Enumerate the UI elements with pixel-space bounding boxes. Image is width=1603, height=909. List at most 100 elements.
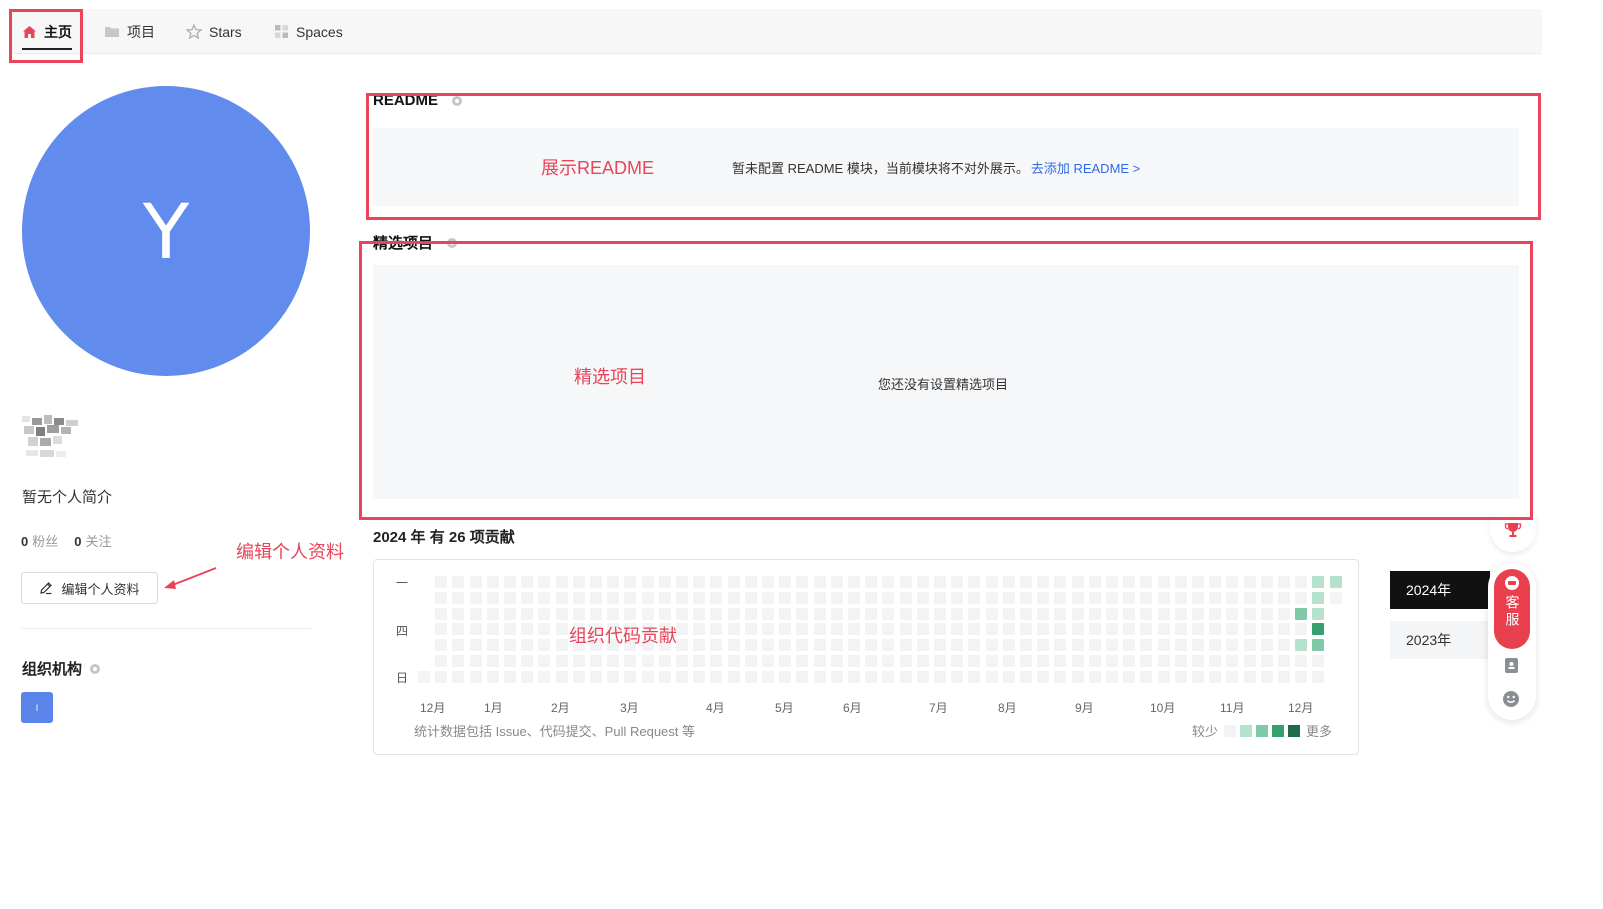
customer-service-button[interactable]: 客服 bbox=[1494, 569, 1530, 649]
contribution-cell[interactable] bbox=[1088, 576, 1101, 588]
contribution-cell[interactable] bbox=[830, 655, 843, 667]
contribution-cell[interactable] bbox=[848, 639, 860, 652]
contribution-cell[interactable] bbox=[779, 576, 792, 588]
org-avatar[interactable]: I bbox=[21, 692, 53, 723]
year-2024-button[interactable]: 2024年 bbox=[1390, 571, 1490, 609]
contribution-cell[interactable] bbox=[727, 576, 740, 588]
contribution-cell[interactable] bbox=[916, 607, 929, 620]
contribution-cell[interactable] bbox=[1020, 670, 1032, 683]
contribution-cell[interactable] bbox=[985, 607, 998, 620]
contribution-cell[interactable] bbox=[882, 623, 895, 636]
contribution-cell[interactable] bbox=[469, 576, 482, 588]
contribution-cell[interactable] bbox=[1174, 639, 1187, 652]
contribution-cell[interactable] bbox=[1260, 639, 1273, 652]
contribution-cell[interactable] bbox=[572, 576, 585, 588]
contribution-cell[interactable] bbox=[1174, 591, 1187, 604]
contribution-cell[interactable] bbox=[916, 591, 929, 604]
contribution-cell[interactable] bbox=[1295, 623, 1308, 636]
contribution-cell[interactable] bbox=[1002, 655, 1015, 667]
contribution-cell[interactable] bbox=[727, 639, 740, 652]
contribution-cell[interactable] bbox=[555, 591, 568, 604]
contribution-cell[interactable] bbox=[607, 655, 620, 667]
contribution-cell[interactable] bbox=[882, 639, 895, 652]
contribution-cell[interactable] bbox=[1071, 591, 1084, 604]
contribution-cell[interactable] bbox=[1243, 576, 1256, 588]
contribution-cell[interactable] bbox=[796, 591, 809, 604]
contribution-cell[interactable] bbox=[1226, 623, 1239, 636]
contribution-cell[interactable] bbox=[762, 576, 774, 588]
contribution-cell[interactable] bbox=[693, 607, 706, 620]
contribution-cell[interactable] bbox=[1312, 576, 1325, 588]
contribution-cell[interactable] bbox=[951, 607, 964, 620]
contribution-cell[interactable] bbox=[899, 576, 912, 588]
contribution-cell[interactable] bbox=[1020, 607, 1032, 620]
contribution-cell[interactable] bbox=[693, 576, 706, 588]
contribution-cell[interactable] bbox=[1088, 607, 1101, 620]
contribution-cell[interactable] bbox=[951, 591, 964, 604]
contribution-cell[interactable] bbox=[1295, 576, 1308, 588]
contribution-cell[interactable] bbox=[504, 639, 516, 652]
contribution-cell[interactable] bbox=[762, 639, 774, 652]
contribution-cell[interactable] bbox=[985, 670, 998, 683]
contribution-cell[interactable] bbox=[1192, 591, 1204, 604]
contribution-cell[interactable] bbox=[1226, 591, 1239, 604]
contribution-cell[interactable] bbox=[504, 670, 516, 683]
contribution-cell[interactable] bbox=[1002, 623, 1015, 636]
contribution-cell[interactable] bbox=[882, 576, 895, 588]
contribution-cell[interactable] bbox=[521, 670, 534, 683]
contribution-cell[interactable] bbox=[813, 655, 826, 667]
contribution-cell[interactable] bbox=[1054, 591, 1067, 604]
contribution-cell[interactable] bbox=[796, 607, 809, 620]
contribution-cell[interactable] bbox=[1106, 607, 1118, 620]
contribution-cell[interactable] bbox=[710, 623, 723, 636]
contribution-cell[interactable] bbox=[435, 576, 448, 588]
contribution-cell[interactable] bbox=[865, 607, 878, 620]
contribution-cell[interactable] bbox=[469, 655, 482, 667]
contribution-cell[interactable] bbox=[1037, 655, 1050, 667]
contribution-cell[interactable] bbox=[1312, 639, 1325, 652]
contribution-cell[interactable] bbox=[1278, 623, 1290, 636]
contribution-cell[interactable] bbox=[1020, 591, 1032, 604]
contribution-cell[interactable] bbox=[435, 623, 448, 636]
contribution-cell[interactable] bbox=[916, 639, 929, 652]
tab-stars[interactable]: Stars bbox=[186, 9, 242, 54]
contribution-cell[interactable] bbox=[727, 607, 740, 620]
contribution-cell[interactable] bbox=[658, 655, 671, 667]
contribution-cell[interactable] bbox=[521, 576, 534, 588]
contribution-cell[interactable] bbox=[435, 670, 448, 683]
contribution-cell[interactable] bbox=[486, 576, 499, 588]
contribution-cell[interactable] bbox=[676, 639, 688, 652]
contribution-cell[interactable] bbox=[744, 655, 757, 667]
contribution-cell[interactable] bbox=[934, 670, 946, 683]
gear-icon[interactable] bbox=[88, 662, 102, 676]
contribution-cell[interactable] bbox=[1106, 639, 1118, 652]
contribution-cell[interactable] bbox=[727, 623, 740, 636]
contribution-cell[interactable] bbox=[658, 576, 671, 588]
contribution-cell[interactable] bbox=[1226, 655, 1239, 667]
contribution-cell[interactable] bbox=[607, 670, 620, 683]
contribution-cell[interactable] bbox=[538, 591, 551, 604]
contribution-cell[interactable] bbox=[1226, 639, 1239, 652]
contribution-cell[interactable] bbox=[813, 670, 826, 683]
contribution-cell[interactable] bbox=[1278, 591, 1290, 604]
contribution-cell[interactable] bbox=[521, 623, 534, 636]
contribution-cell[interactable] bbox=[1123, 639, 1136, 652]
contribution-cell[interactable] bbox=[1037, 670, 1050, 683]
contribution-cell[interactable] bbox=[985, 576, 998, 588]
contribution-cell[interactable] bbox=[951, 623, 964, 636]
contribution-cell[interactable] bbox=[744, 670, 757, 683]
contribution-cell[interactable] bbox=[779, 670, 792, 683]
contribution-cell[interactable] bbox=[1054, 607, 1067, 620]
contribution-cell[interactable] bbox=[796, 670, 809, 683]
contribution-cell[interactable] bbox=[1157, 639, 1170, 652]
contribution-cell[interactable] bbox=[865, 670, 878, 683]
contribution-cell[interactable] bbox=[1002, 639, 1015, 652]
contribution-cell[interactable] bbox=[1312, 623, 1325, 636]
contribution-cell[interactable] bbox=[572, 591, 585, 604]
contribution-cell[interactable] bbox=[934, 591, 946, 604]
contribution-cell[interactable] bbox=[916, 670, 929, 683]
contribution-cell[interactable] bbox=[1278, 576, 1290, 588]
contribution-cell[interactable] bbox=[1106, 670, 1118, 683]
contribution-cell[interactable] bbox=[504, 576, 516, 588]
contribution-cell[interactable] bbox=[830, 576, 843, 588]
